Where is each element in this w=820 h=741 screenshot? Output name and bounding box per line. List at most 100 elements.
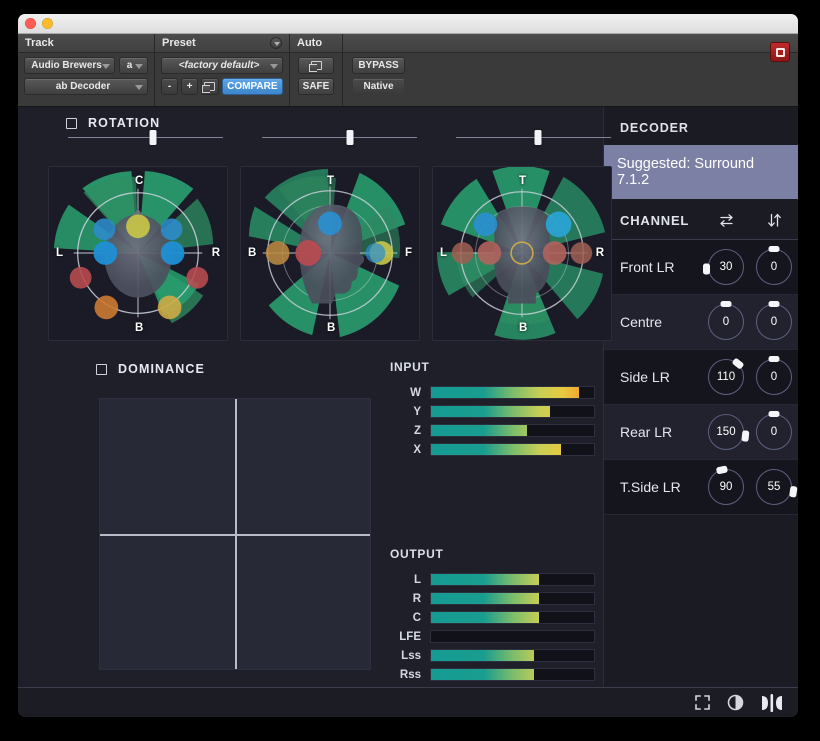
elevation-knob[interactable]: 0: [756, 245, 792, 285]
channel-name: Centre: [620, 314, 663, 330]
slider-thumb[interactable]: [346, 130, 354, 145]
track-channel-dropdown[interactable]: a: [119, 57, 148, 74]
compare-button[interactable]: COMPARE: [221, 78, 283, 95]
elevation-knob-cell: 0: [750, 355, 798, 395]
safe-label: SAFE: [302, 81, 330, 92]
meter-row: Rss: [390, 665, 595, 684]
elevation-knob[interactable]: 55: [756, 469, 798, 505]
decoder-title: DECODER: [620, 121, 689, 135]
rotation-section-header: ROTATION: [66, 116, 160, 130]
mode-header: [343, 34, 798, 53]
resize-icon[interactable]: [694, 694, 711, 711]
channel-row: Front LR 30 0: [604, 240, 798, 295]
bypass-label: BYPASS: [358, 60, 399, 71]
azimuth-knob[interactable]: 30: [703, 249, 744, 285]
meter-bar: [430, 611, 595, 624]
knob-indicator: [731, 356, 745, 369]
meter-row: LFE: [390, 627, 595, 646]
meter-row: C: [390, 608, 595, 627]
track-channel-value: a: [126, 60, 133, 71]
plugin-name-dropdown[interactable]: ab Decoder: [24, 78, 148, 95]
rotation-slider-roll[interactable]: [436, 130, 630, 145]
contrast-icon[interactable]: [727, 694, 744, 711]
suggested-decoder-banner[interactable]: Suggested: Surround 7.1.2: [604, 145, 798, 199]
chevron-down-icon[interactable]: [270, 37, 282, 49]
meter-bar: [430, 443, 595, 456]
horizontal-arrows-icon: [719, 214, 733, 227]
preset-copy-button[interactable]: [201, 78, 219, 95]
meter-fill: [431, 574, 539, 585]
dominance-title: DOMINANCE: [118, 362, 205, 376]
azimuth-knob[interactable]: 150: [708, 414, 750, 450]
track-header-label: Track: [25, 37, 54, 49]
meter-label: Z: [413, 424, 421, 437]
bypass-button[interactable]: BYPASS: [352, 57, 405, 74]
knob-indicator: [768, 355, 780, 362]
knob-value: 30: [719, 261, 733, 273]
native-button[interactable]: Native: [352, 78, 405, 95]
brand-logo-icon[interactable]: [760, 693, 784, 713]
azimuth-knob-cell: 90: [702, 464, 750, 505]
close-button[interactable]: [25, 18, 36, 29]
meter-label: C: [412, 611, 421, 624]
elevation-knob[interactable]: 0: [756, 410, 792, 450]
knob-value: 150: [716, 426, 736, 438]
preset-dropdown[interactable]: <factory default>: [161, 57, 283, 74]
top-view-graphic: [53, 170, 214, 324]
meter-row: L: [390, 570, 595, 589]
slider-thumb[interactable]: [149, 130, 157, 145]
rotation-view-side[interactable]: T B F B: [240, 166, 420, 341]
meter-fill: [431, 406, 550, 417]
auto-copy-button[interactable]: [298, 57, 334, 74]
view-label-left: L: [440, 247, 448, 259]
preset-value: <factory default>: [178, 60, 260, 71]
knob-indicator: [768, 245, 780, 252]
track-name-dropdown[interactable]: Audio Brewers: [24, 57, 116, 74]
rotation-slider-yaw[interactable]: [48, 130, 242, 145]
plugin-window: Track Audio Brewers a ab Decoder Preset …: [18, 14, 798, 717]
dominance-pad[interactable]: [99, 398, 371, 670]
vertical-arrows-icon: [767, 213, 781, 227]
rotation-views: C L R B T B F B T L R B: [48, 166, 612, 341]
auto-header: Auto: [290, 34, 342, 53]
azimuth-knob-cell: 150: [702, 414, 750, 450]
dominance-enable-checkbox[interactable]: [96, 363, 107, 375]
safe-button[interactable]: SAFE: [298, 78, 334, 95]
preset-section: Preset <factory default> - + COMPARE: [155, 34, 290, 106]
rotation-view-top[interactable]: C L R B: [48, 166, 228, 341]
meter-bar: [430, 630, 595, 643]
rotation-view-front[interactable]: T L R B: [432, 166, 612, 341]
front-view-graphic: [436, 167, 606, 340]
knob-value: 110: [716, 371, 736, 383]
preset-next-label: +: [186, 81, 193, 92]
azimuth-knob[interactable]: 0: [708, 300, 744, 340]
elevation-knob[interactable]: 0: [756, 300, 792, 340]
view-label-top: T: [519, 175, 527, 187]
view-label-bottom: B: [135, 322, 144, 334]
meter-fill: [431, 593, 539, 604]
rotation-slider-pitch[interactable]: [242, 130, 436, 145]
preset-prev-button[interactable]: -: [161, 78, 178, 95]
elevation-column-header: [750, 213, 798, 228]
rotation-enable-checkbox[interactable]: [66, 117, 77, 129]
auto-header-label: Auto: [297, 37, 323, 49]
minimize-button[interactable]: [42, 18, 53, 29]
azimuth-knob[interactable]: 90: [708, 464, 744, 505]
knob-indicator: [768, 300, 780, 307]
elevation-knob[interactable]: 0: [756, 355, 792, 395]
view-label-left: L: [56, 247, 64, 259]
copy-icon: [202, 82, 216, 93]
azimuth-knob-cell: 0: [702, 300, 750, 340]
preset-next-button[interactable]: +: [181, 78, 198, 95]
meter-fill: [431, 612, 539, 623]
meter-label: LFE: [399, 630, 421, 643]
rotation-sliders: [48, 130, 630, 145]
meter-fill: [431, 669, 534, 680]
meter-label: Lss: [401, 649, 421, 662]
record-button[interactable]: [770, 42, 790, 62]
azimuth-knob[interactable]: 110: [708, 356, 745, 395]
knob-value: 90: [719, 481, 733, 493]
left-pane: ROTATION C L R B T B F B T L R B DOMINAN…: [18, 107, 612, 717]
slider-thumb[interactable]: [534, 130, 542, 145]
knob-indicator: [720, 300, 732, 307]
